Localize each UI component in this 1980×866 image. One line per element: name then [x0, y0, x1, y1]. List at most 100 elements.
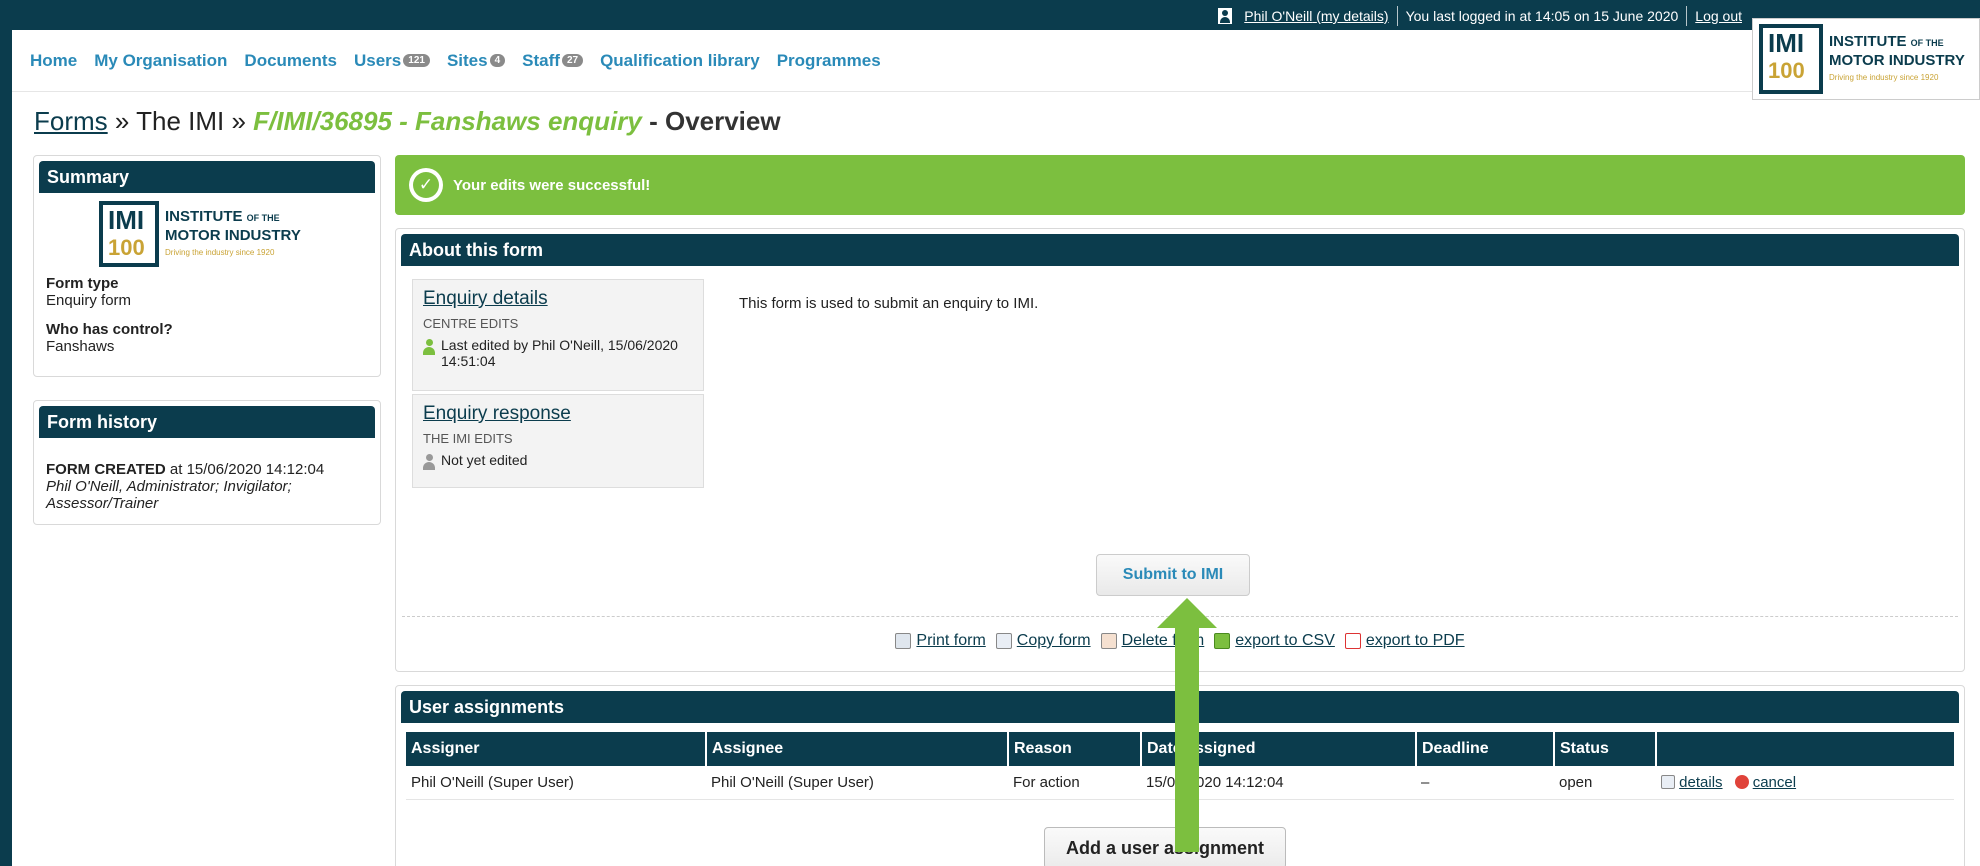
logo-mark: IMI 100 [99, 201, 159, 267]
breadcrumb-separator: » [107, 106, 137, 136]
copy-icon [995, 633, 1012, 649]
section-status-text: Not yet edited [441, 452, 528, 468]
col-status: Status [1554, 732, 1657, 766]
enquiry-details-link[interactable]: Enquiry details [423, 288, 548, 309]
cell-deadline: – [1416, 766, 1554, 800]
copy-form-link[interactable]: Copy form [995, 632, 1091, 650]
my-details: (my details) [1316, 8, 1389, 24]
delete-icon [1100, 633, 1117, 649]
last-login-text: You last logged in at 14:05 on 15 June 2… [1405, 8, 1679, 24]
logo-mark-bottom: 100 [108, 235, 145, 260]
logout-link[interactable]: Log out [1695, 8, 1742, 24]
section-status: Not yet edited [423, 452, 693, 470]
section-status: Last edited by Phil O'Neill, 15/06/2020 … [423, 337, 693, 369]
summary-details: Form type Enquiry form Who has control? … [46, 275, 173, 355]
arrow-up-icon [1157, 598, 1217, 852]
col-reason: Reason [1008, 732, 1142, 766]
user-green-icon [423, 339, 435, 355]
cancel-icon [1734, 774, 1749, 789]
control-value: Fanshaws [46, 338, 115, 355]
nav-programmes[interactable]: Programmes [777, 51, 881, 71]
logo-tagline: Driving the industry since 1920 [1829, 72, 1939, 82]
user-name-link[interactable]: Phil O'Neill (my details) [1244, 8, 1388, 24]
nav-label: Programmes [776, 50, 881, 70]
details-link[interactable]: details [1679, 774, 1722, 791]
summary-logo: IMI 100 INSTITUTE OF THE MOTOR INDUSTRY … [99, 201, 301, 267]
separator [1396, 6, 1398, 26]
form-history-panel: Form history FORM CREATED at 15/06/2020 … [33, 400, 381, 525]
cell-assigner: Phil O'Neill (Super User) [406, 766, 706, 800]
section-enquiry-details: Enquiry details CENTRE EDITS Last edited… [412, 279, 704, 391]
action-label: export to PDF [1365, 632, 1465, 649]
action-label: Copy form [1016, 632, 1091, 649]
nav-sites[interactable]: Sites 4 [446, 50, 506, 71]
export-pdf-link[interactable]: export to PDF [1344, 632, 1465, 650]
cell-assignee: Phil O'Neill (Super User) [706, 766, 1008, 800]
cell-reason: For action [1008, 766, 1141, 800]
logo-text: INSTITUTE OF THE MOTOR INDUSTRY Driving … [1829, 33, 1965, 86]
history-time: at 15/06/2020 14:12:04 [165, 461, 325, 478]
logo-mark-top: IMI [108, 205, 145, 235]
printer-icon [895, 633, 912, 649]
logo-of-the: OF THE [246, 212, 280, 223]
logo-tagline: Driving the industry since 1920 [165, 247, 275, 257]
breadcrumb: Forms » The IMI » F/IMI/36895 - Fanshaws… [34, 106, 781, 137]
nav-qualification-library[interactable]: Qualification library [600, 51, 760, 71]
control-label: Who has control? [46, 321, 173, 338]
staff-count-badge: 27 [561, 54, 584, 67]
print-form-link[interactable]: Print form [895, 632, 986, 650]
logo-mark-top: IMI [1768, 28, 1805, 58]
breadcrumb-current: F/IMI/36895 - Fanshaws enquiry [253, 106, 642, 136]
nav-my-organisation[interactable]: My Organisation [94, 51, 227, 71]
logo-line1: INSTITUTE [165, 207, 243, 225]
section-editor: CENTRE EDITS [423, 316, 519, 331]
user-info: Phil O'Neill (my details) You last logge… [1218, 6, 1742, 26]
history-title: Form history [39, 406, 375, 438]
form-type-value: Enquiry form [46, 292, 132, 309]
nav-staff[interactable]: Staff 27 [522, 51, 584, 71]
breadcrumb-separator: » [224, 106, 254, 136]
pdf-icon [1344, 633, 1361, 649]
logo-of-the: OF THE [1910, 37, 1944, 48]
details-icon [1661, 774, 1675, 789]
about-title: About this form [401, 234, 1959, 266]
page: Home My Organisation Documents Users 121 … [12, 18, 1980, 866]
logo-line2: MOTOR INDUSTRY [1829, 51, 1965, 69]
action-label: Print form [916, 632, 986, 649]
action-label: export to CSV [1235, 632, 1335, 649]
summary-title: Summary [39, 161, 375, 193]
col-deadline: Deadline [1416, 732, 1555, 766]
logo-text: INSTITUTE OF THE MOTOR INDUSTRY Driving … [165, 208, 301, 261]
success-message: Your edits were successful! [453, 176, 651, 194]
cancel-link[interactable]: cancel [1753, 774, 1796, 791]
nav-label: Home [30, 50, 78, 70]
user-name: Phil O'Neill [1244, 8, 1313, 24]
nav-label: Documents [244, 50, 337, 70]
history-entry: FORM CREATED at 15/06/2020 14:12:04 Phil… [46, 461, 366, 512]
logo-mark: IMI 100 [1759, 24, 1823, 94]
imi-logo[interactable]: IMI 100 INSTITUTE OF THE MOTOR INDUSTRY … [1752, 18, 1980, 100]
nav-documents[interactable]: Documents [244, 51, 337, 71]
users-count-badge: 121 [403, 54, 430, 67]
enquiry-response-link[interactable]: Enquiry response [423, 403, 571, 424]
col-actions [1656, 732, 1954, 766]
top-bar: Phil O'Neill (my details) You last logge… [0, 0, 1980, 30]
nav-label: Sites [446, 50, 488, 70]
main-nav: Home My Organisation Documents Users 121 … [12, 30, 1980, 92]
logo-mark-bottom: 100 [1768, 58, 1805, 83]
user-icon [1218, 8, 1233, 24]
nav-label: My Organisation [94, 50, 228, 70]
form-type-label: Form type [46, 275, 119, 292]
check-icon: ✓ [409, 168, 443, 202]
export-csv-link[interactable]: export to CSV [1214, 632, 1335, 650]
user-grey-icon [423, 454, 435, 470]
nav-label: Users [354, 50, 402, 70]
nav-users[interactable]: Users 121 [354, 51, 430, 71]
success-banner: ✓ Your edits were successful! [395, 155, 1965, 215]
submit-to-imi-button[interactable]: Submit to IMI [1096, 554, 1250, 596]
col-assignee: Assignee [706, 732, 1009, 766]
nav-label: Qualification library [600, 50, 760, 70]
nav-home[interactable]: Home [30, 51, 77, 71]
breadcrumb-suffix: - Overview [641, 106, 781, 136]
breadcrumb-forms-link[interactable]: Forms [34, 106, 108, 136]
